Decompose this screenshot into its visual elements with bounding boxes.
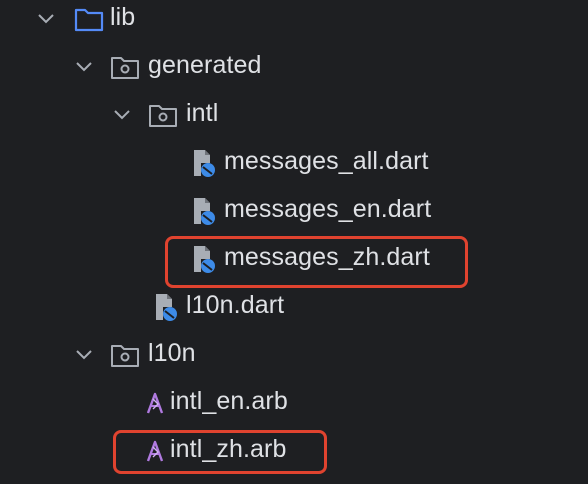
tree-item-label: l10n.dart [186,291,285,319]
project-tree: lib generated intl messages_all.dart mes… [0,0,588,484]
dart-file-icon [194,198,215,225]
tree-row-intl[interactable]: intl [0,91,588,139]
tree-item-label: messages_en.dart [224,195,432,223]
chevron-down-icon[interactable] [112,105,132,125]
tree-item-label: lib [110,3,136,31]
package-folder-icon [149,105,177,127]
chevron-down-icon[interactable] [74,57,94,77]
tree-row-messages-en[interactable]: messages_en.dart [0,187,588,235]
tree-item-label: generated [148,51,262,79]
tree-row-lib[interactable]: lib [0,0,588,43]
package-folder-icon [111,345,139,367]
tree-row-intl-en-arb[interactable]: intl_en.arb [0,379,588,427]
tree-row-l10n-dart[interactable]: l10n.dart [0,283,588,331]
arb-file-icon [146,392,164,414]
tree-row-messages-all[interactable]: messages_all.dart [0,139,588,187]
tree-item-label: intl_en.arb [170,387,288,415]
tree-row-l10n[interactable]: l10n [0,331,588,379]
dart-file-icon [194,150,215,177]
chevron-down-icon[interactable] [36,9,56,29]
tree-item-label: l10n [148,339,196,367]
highlight-box-intl-zh [113,430,327,474]
chevron-down-icon[interactable] [74,345,94,365]
dart-file-icon [156,294,177,321]
highlight-box-messages-zh [165,236,468,288]
tree-item-label: intl [186,99,219,127]
tree-item-label: messages_all.dart [224,147,429,175]
tree-row-generated[interactable]: generated [0,43,588,91]
package-folder-icon [111,57,139,79]
folder-icon [74,8,104,32]
